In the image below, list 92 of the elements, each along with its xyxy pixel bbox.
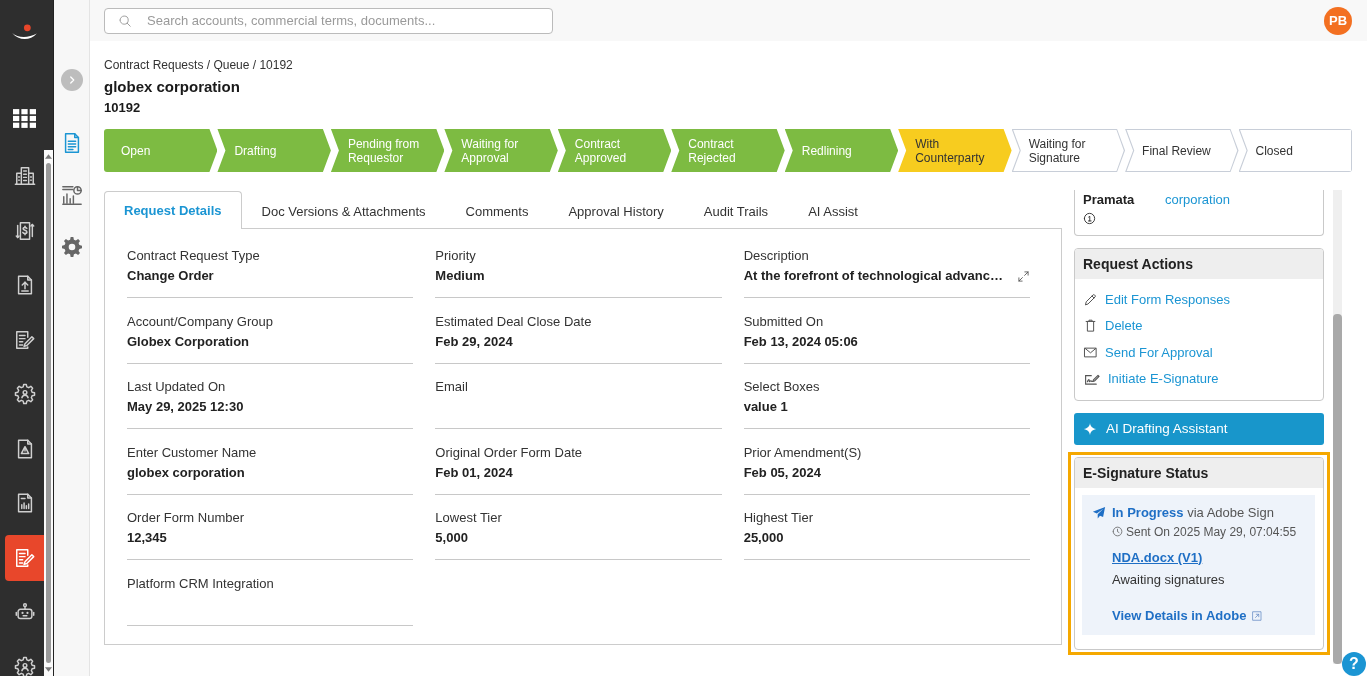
field-value: May 29, 2025 12:30	[127, 398, 244, 416]
scrollbar-thumb[interactable]	[46, 163, 51, 663]
field-label: Prior Amendment(S)	[743, 443, 863, 462]
external-link-icon	[1251, 609, 1264, 622]
clock-icon	[1112, 526, 1123, 537]
stage-step[interactable]: Closed	[1238, 129, 1352, 172]
field-label: Select Boxes	[743, 378, 821, 396]
field-value: Change Order	[127, 267, 214, 285]
tab[interactable]: Request Details	[104, 191, 242, 229]
field-value: 5,000	[435, 529, 468, 547]
field-value: Feb 01, 2024	[435, 463, 513, 482]
tab[interactable]: Audit Trails	[683, 192, 789, 229]
breadcrumb[interactable]: Contract Requests / Queue / 10192	[104, 57, 293, 73]
caret-down-icon[interactable]	[45, 667, 52, 672]
field-label: Order Form Number	[127, 509, 246, 527]
stage-step[interactable]: Waiting for Signature	[1011, 129, 1126, 172]
expand-icon[interactable]	[1017, 269, 1030, 283]
help-button[interactable]: ?	[1342, 652, 1366, 676]
field-label: Lowest Tier	[435, 509, 503, 527]
field-value: At the forefront of technological advanc…	[743, 267, 1003, 285]
field-label: Description	[743, 247, 810, 265]
field-label: Priority	[435, 247, 477, 265]
stage-step[interactable]: With Counterparty	[898, 129, 1012, 172]
card-title: E-Signature Status	[1075, 457, 1323, 488]
field-label: Account/Company Group	[127, 312, 274, 331]
stage-step[interactable]: Contract Rejected	[671, 129, 785, 172]
field-value: 25,000	[743, 529, 784, 547]
sent-date: Sent On 2025 May 29, 07:04:55	[1126, 523, 1297, 541]
sidebar-toggle[interactable]	[60, 69, 83, 91]
status-text: In Progress via Adobe Sign	[1112, 503, 1274, 522]
view-details-link[interactable]: View Details in Adobe	[1112, 606, 1264, 625]
field-label: Highest Tier	[743, 509, 815, 527]
stage-step[interactable]: Contract Approved	[557, 129, 672, 172]
edit-document-icon	[13, 546, 36, 569]
field-label: Email	[435, 378, 469, 396]
edit-document-icon	[13, 328, 36, 351]
action-link[interactable]: Send For Approval	[1083, 342, 1213, 362]
stage-step[interactable]: Open	[104, 129, 218, 172]
tab[interactable]: Comments	[445, 192, 549, 229]
envelope-icon	[1083, 344, 1098, 360]
account-link[interactable]: corporation	[1165, 191, 1231, 209]
stage-step[interactable]: Waiting for Approval	[444, 129, 558, 172]
settings-icon	[60, 236, 83, 258]
stage-step[interactable]: Redlining	[784, 129, 899, 172]
field-label: Last Updated On	[127, 378, 227, 396]
field-value: Feb 29, 2024	[435, 332, 513, 351]
action-link[interactable]: Edit Form Responses	[1083, 289, 1230, 309]
nav-button[interactable]	[5, 534, 44, 581]
stage-step[interactable]: Pending from Requestor	[330, 129, 445, 172]
tab[interactable]: Doc Versions & Attachments	[241, 192, 446, 229]
status-note: Awaiting signatures	[1112, 570, 1225, 589]
building-icon	[13, 165, 36, 187]
user-avatar[interactable]: PB	[1324, 6, 1352, 35]
field-label: Platform CRM Integration	[127, 574, 275, 593]
grid-icon	[13, 108, 36, 128]
tab[interactable]: AI Assist	[788, 192, 878, 229]
request-id: 10192	[104, 99, 141, 117]
stage-step[interactable]: Final Review	[1125, 129, 1239, 172]
search-icon	[118, 13, 132, 28]
gear-person-icon	[13, 383, 36, 405]
request-title: globex corporation	[104, 77, 240, 97]
field-label: Enter Customer Name	[127, 443, 258, 462]
field-value: Medium	[435, 267, 485, 285]
caret-up-icon[interactable]	[45, 154, 52, 159]
action-link[interactable]: Initiate E-Signature	[1083, 368, 1219, 389]
field-value: Feb 05, 2024	[743, 463, 821, 482]
field-label: Estimated Deal Close Date	[435, 312, 593, 331]
gear-person-icon	[13, 655, 36, 676]
dollar-document-icon	[13, 219, 36, 242]
field-value: Globex Corporation	[127, 332, 250, 351]
chart-icon	[60, 184, 83, 206]
tab[interactable]: Approval History	[548, 192, 684, 229]
stage-step[interactable]: Drafting	[217, 129, 331, 172]
paper-plane-icon	[1092, 505, 1106, 520]
field-value: value 1	[743, 398, 788, 416]
search-field[interactable]: Search accounts, commercial terms, documents...	[104, 7, 553, 34]
field-label: Submitted On	[743, 312, 825, 331]
circled-number-icon[interactable]	[1083, 212, 1096, 225]
ai-assistant-button[interactable]: AI Drafting Assistant	[1074, 412, 1324, 445]
field-value: globex corporation	[127, 463, 245, 482]
account-label: Pramata	[1083, 191, 1136, 209]
trash-icon	[1083, 318, 1098, 333]
card-title: Request Actions	[1075, 249, 1323, 279]
scrollbar-thumb[interactable]	[1333, 314, 1342, 664]
field-value: Feb 13, 2024 05:06	[743, 332, 858, 351]
field-value: 12,345	[127, 529, 167, 547]
pencil-icon	[1083, 291, 1098, 307]
field-label: Original Order Form Date	[435, 443, 583, 462]
action-link[interactable]: Delete	[1083, 315, 1143, 336]
field-label: Contract Request Type	[127, 247, 261, 265]
logo-icon	[11, 24, 38, 41]
document-link[interactable]: NDA.docx (V1)	[1112, 548, 1203, 567]
